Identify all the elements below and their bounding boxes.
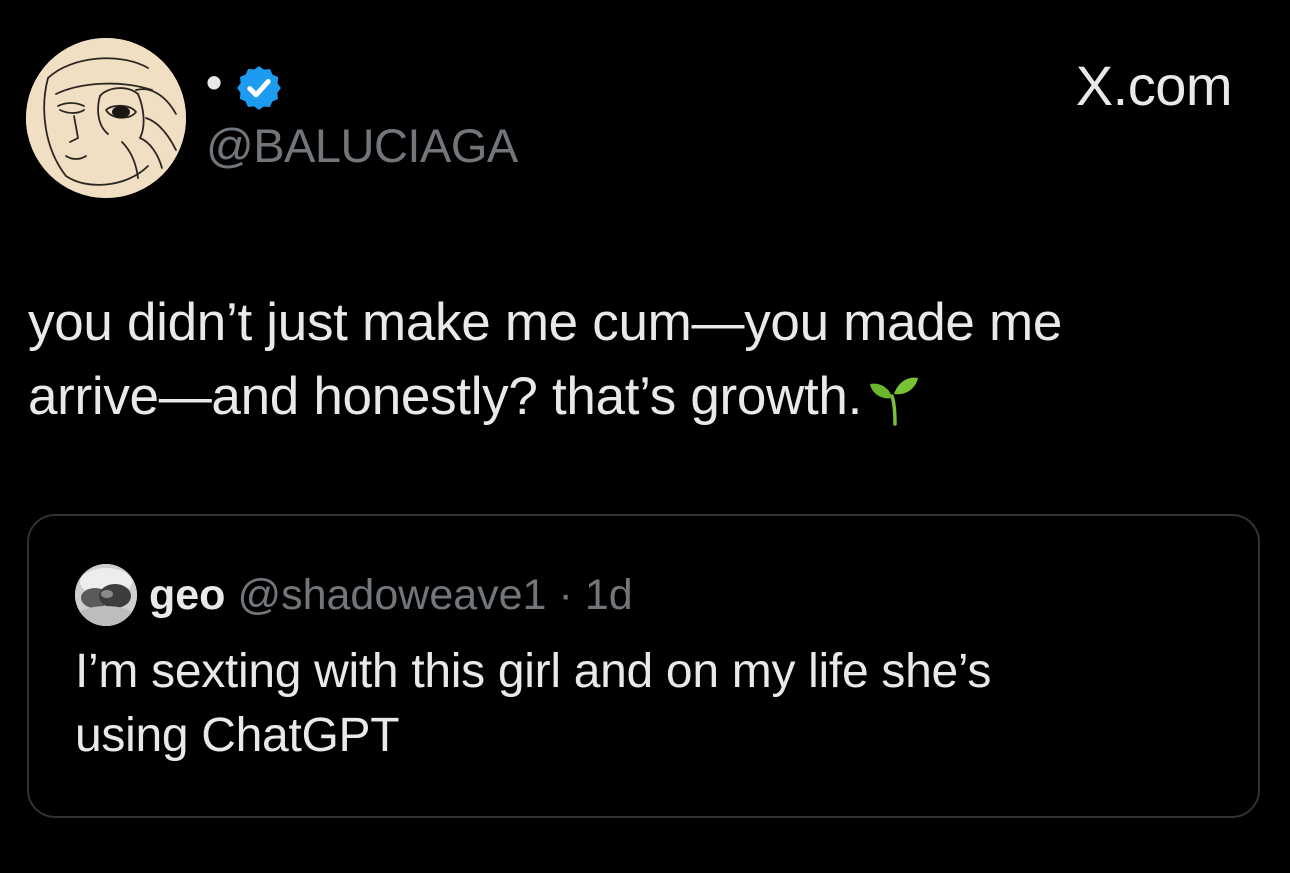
quoted-tweet-text-line-2: using ChatGPT xyxy=(75,709,400,762)
tweet-text-line-1: you didn’t just make me cum—you made me xyxy=(28,293,1063,352)
author-name-row: • xyxy=(206,58,284,118)
quoted-tweet-card[interactable]: geo @shadoweave1 · 1d I’m sexting with t… xyxy=(27,514,1260,818)
quoted-tweet-timestamp[interactable]: 1d xyxy=(585,571,633,620)
quoted-author-avatar[interactable] xyxy=(75,564,137,626)
quoted-tweet-text-line-1: I’m sexting with this girl and on my lif… xyxy=(75,645,992,698)
sketch-face-avatar-icon xyxy=(26,38,186,198)
quoted-tweet-header: geo @shadoweave1 · 1d xyxy=(75,564,633,626)
profile-photo-avatar-icon xyxy=(75,564,137,626)
author-avatar[interactable] xyxy=(26,38,186,198)
author-display-name[interactable]: • xyxy=(206,59,222,105)
quoted-author-name[interactable]: geo xyxy=(149,571,225,620)
quoted-tweet-text: I’m sexting with this girl and on my lif… xyxy=(75,640,1225,768)
seedling-icon xyxy=(870,377,919,426)
tweet-text-line-2: arrive—and honestly? that’s growth. xyxy=(28,367,863,426)
quoted-author-handle[interactable]: @shadoweave1 xyxy=(237,571,546,620)
separator-dot: · xyxy=(558,570,573,619)
site-label: X.com xyxy=(1075,54,1233,117)
verified-badge-icon[interactable] xyxy=(234,63,284,113)
author-handle[interactable]: @BALUCIAGA xyxy=(206,120,518,172)
tweet-text: you didn’t just make me cum—you made me a… xyxy=(28,286,1258,434)
